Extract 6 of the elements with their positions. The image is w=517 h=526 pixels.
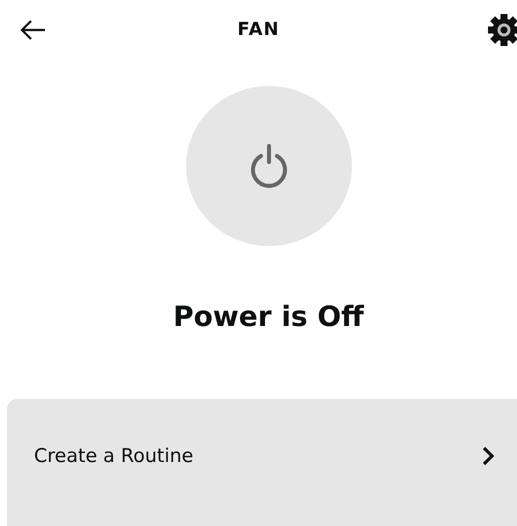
page-title: FAN [237, 19, 280, 40]
chevron-right-icon [481, 444, 495, 467]
create-routine-item[interactable]: Create a Routine [7, 398, 517, 526]
back-arrow-icon[interactable] [20, 20, 46, 40]
settings-icon[interactable] [486, 12, 517, 48]
power-status: Power is Off [173, 300, 364, 333]
